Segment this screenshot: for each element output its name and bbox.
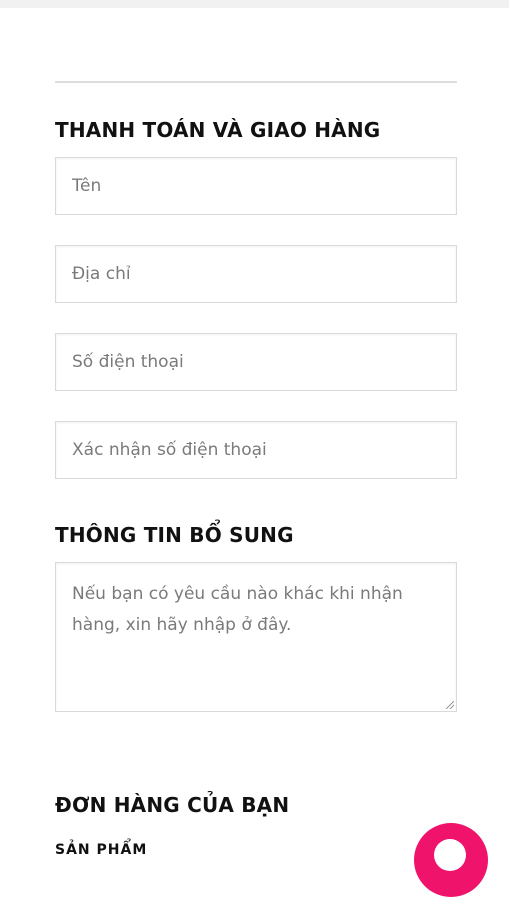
section-divider	[55, 81, 457, 83]
name-field[interactable]: Tên	[55, 157, 457, 215]
phone-confirm-field[interactable]: Xác nhận số điện thoại	[55, 421, 457, 479]
chat-bubble-icon	[434, 839, 466, 871]
phone-field[interactable]: Số điện thoại	[55, 333, 457, 391]
order-notes-placeholder: Nếu bạn có yêu cầu nào khác khi nhận hàn…	[72, 584, 403, 635]
top-bar	[0, 0, 509, 8]
additional-info-title: THÔNG TIN BỔ SUNG	[55, 523, 294, 547]
order-column-header: SẢN PHẨM	[55, 842, 148, 858]
order-section-title: ĐƠN HÀNG CỦA BẠN	[55, 793, 290, 817]
order-notes-textarea[interactable]: Nếu bạn có yêu cầu nào khác khi nhận hàn…	[55, 562, 457, 712]
address-field[interactable]: Địa chỉ	[55, 245, 457, 303]
billing-section-title: THANH TOÁN VÀ GIAO HÀNG	[55, 118, 381, 142]
resize-grip-icon[interactable]	[446, 701, 454, 709]
chat-button[interactable]	[414, 823, 488, 897]
